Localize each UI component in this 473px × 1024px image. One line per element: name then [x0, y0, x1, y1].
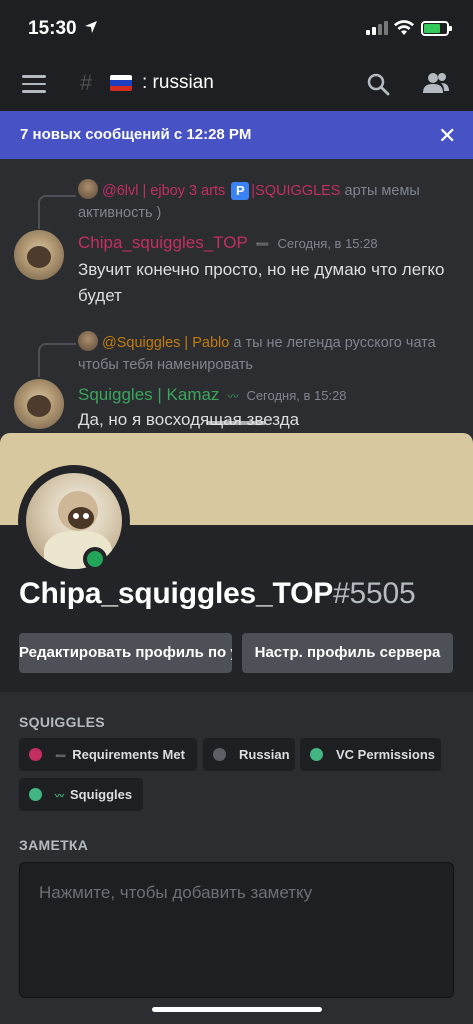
russia-flag-icon: [110, 75, 132, 91]
reply-badge: P: [231, 182, 250, 200]
note-input[interactable]: Нажмите, чтобы добавить заметку: [19, 862, 454, 998]
profile-avatar-ring: [18, 465, 130, 577]
wifi-icon: [394, 20, 414, 35]
role-color-dot: [310, 748, 323, 761]
roles-title: SQUIGGLES: [19, 714, 105, 730]
reply-avatar: [78, 179, 98, 199]
new-messages-text: 7 новых сообщений с 12:28 PM: [20, 126, 252, 143]
role-pill[interactable]: VC Permissions: [300, 738, 441, 771]
message-body: Да, но я восходящая звезда: [78, 410, 300, 429]
note-title: ЗАМЕТКА: [19, 837, 89, 853]
reply-connector: [38, 343, 76, 377]
profile-sheet: Chipa_squiggles_TOP#5505 Редактировать п…: [0, 433, 473, 1024]
role-pill[interactable]: Russian: [203, 738, 295, 771]
role-color-dot: [29, 748, 42, 761]
role-pill[interactable]: 〰 Squiggles: [19, 778, 143, 811]
reply-connector: [38, 195, 76, 229]
reply-preview[interactable]: @Squiggles | Pablo а ты не легенда русск…: [78, 331, 458, 376]
avatar[interactable]: [14, 230, 64, 280]
note-placeholder: Нажмите, чтобы добавить заметку: [39, 883, 313, 902]
hash-icon: #: [80, 70, 93, 95]
members-icon[interactable]: [422, 71, 450, 95]
role-label: VC Permissions: [336, 747, 435, 762]
signal-icon: [366, 21, 388, 35]
menu-icon[interactable]: [22, 75, 46, 93]
message-header: Squiggles | Kamaz 〰 Сегодня, в 15:28: [78, 385, 347, 405]
role-icon: 〰: [55, 791, 65, 801]
search-icon[interactable]: [366, 72, 390, 96]
new-messages-bar[interactable]: 7 новых сообщений с 12:28 PM ✕: [0, 111, 473, 159]
server-profile-button[interactable]: Настр. профиль сервера: [242, 633, 453, 673]
profile-username[interactable]: Chipa_squiggles_TOP#5505: [19, 577, 416, 611]
role-color-dot: [213, 748, 226, 761]
drag-handle[interactable]: [206, 421, 266, 425]
role-color-dot: [29, 788, 42, 801]
location-arrow-icon: [85, 21, 97, 33]
message-timestamp: Сегодня, в 15:28: [277, 236, 378, 251]
role-tag: 〰: [227, 391, 239, 403]
channel-header: # : russian: [0, 58, 473, 110]
reply-author: @Squiggles | Pablo: [102, 335, 230, 351]
role-icon: ➖: [55, 751, 67, 761]
edit-profile-button[interactable]: Редактировать профиль по у: [19, 633, 232, 673]
role-pill[interactable]: ➖ Requirements Met: [19, 738, 197, 771]
role-label: Requirements Met: [72, 747, 185, 762]
message-timestamp: Сегодня, в 15:28: [246, 388, 347, 403]
online-status-icon: [83, 547, 107, 571]
message-body: Звучит конечно просто, но не думаю что л…: [78, 260, 445, 305]
reply-author-suffix: |SQUIGGLES: [251, 183, 341, 199]
message-author[interactable]: Chipa_squiggles_TOP: [78, 233, 248, 252]
home-indicator: [152, 1007, 322, 1012]
reply-avatar: [78, 331, 98, 351]
username-discriminator: #5505: [333, 577, 416, 610]
username-text: Chipa_squiggles_TOP: [19, 577, 334, 610]
role-tag: ➖: [255, 239, 270, 251]
message-author[interactable]: Squiggles | Kamaz: [78, 385, 219, 404]
message-list[interactable]: @6lvl | ejboy 3 arts P |SQUIGGLES арты ме…: [0, 159, 473, 439]
status-time: 15:30: [28, 18, 77, 39]
reply-author: @6lvl | ejboy 3 arts: [102, 183, 226, 199]
status-bar: 15:30: [0, 0, 473, 58]
battery-charging-icon: [421, 21, 452, 36]
reply-preview[interactable]: @6lvl | ejboy 3 arts P |SQUIGGLES арты ме…: [78, 179, 458, 224]
role-label: Russian: [239, 747, 290, 762]
role-label: Squiggles: [70, 787, 133, 802]
message-header: Chipa_squiggles_TOP ➖ Сегодня, в 15:28: [78, 233, 378, 253]
channel-name[interactable]: : russian: [142, 72, 214, 94]
profile-details: SQUIGGLES ➖ Requirements Met Russian VC P…: [0, 692, 473, 1024]
close-icon[interactable]: ✕: [438, 123, 456, 149]
profile-avatar[interactable]: [26, 473, 122, 569]
avatar[interactable]: [14, 379, 64, 429]
